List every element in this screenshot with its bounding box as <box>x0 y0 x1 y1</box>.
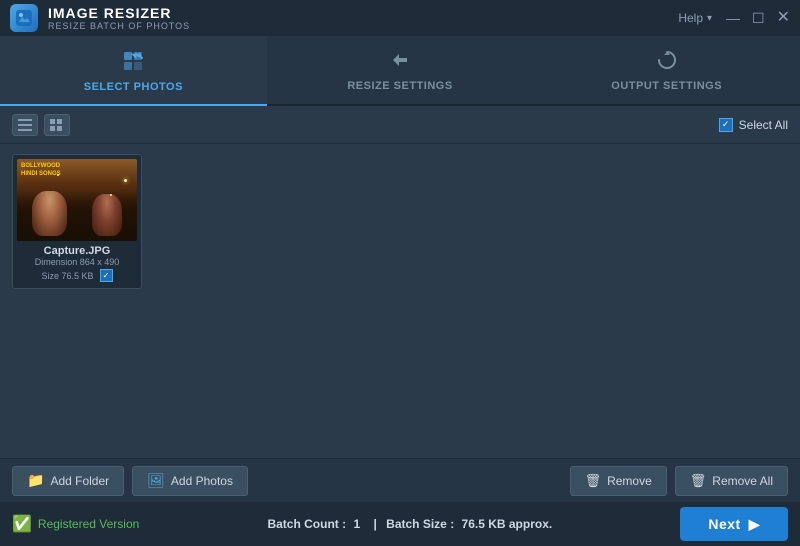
titlebar-title: IMAGE RESIZER RESIZE BATCH OF PHOTOS <box>48 5 190 31</box>
view-toolbar: ✓ Select All <box>0 106 800 144</box>
photo-checkbox[interactable]: ✓ <box>100 269 113 282</box>
tab-resize-settings[interactable]: RESIZE SETTINGS <box>267 36 534 104</box>
batch-size-label: Batch Size : <box>386 517 454 531</box>
list-item[interactable]: BOLLYWOODHINDI SONGS Capture.JPG Dimensi… <box>12 154 142 289</box>
trash-all-icon: 🗑 <box>690 473 707 489</box>
thumbnail-text: BOLLYWOODHINDI SONGS <box>21 163 61 179</box>
view-toggle-buttons <box>12 114 70 136</box>
close-button[interactable]: ✕ <box>777 10 790 26</box>
photo-thumbnail: BOLLYWOODHINDI SONGS <box>17 159 137 241</box>
photo-icon: 🖼 <box>147 472 165 489</box>
resize-settings-icon <box>388 48 412 76</box>
batch-count-value: 1 <box>353 517 360 531</box>
grid-view-button[interactable] <box>44 114 70 136</box>
photo-grid: BOLLYWOODHINDI SONGS Capture.JPG Dimensi… <box>12 154 788 289</box>
add-photos-button[interactable]: 🖼 Add Photos <box>132 466 248 496</box>
trash-icon: 🗑 <box>585 473 602 489</box>
photo-filename: Capture.JPG <box>19 245 135 257</box>
next-button[interactable]: Next ▶ <box>680 507 788 541</box>
tab-select-photos[interactable]: SELECT PHOTOS <box>0 36 267 104</box>
folder-icon: 📁 <box>27 472 44 489</box>
add-buttons: 📁 Add Folder 🖼 Add Photos <box>12 466 248 496</box>
photo-dimension: Dimension 864 x 490 <box>19 257 135 267</box>
statusbar: ✅ Registered Version Batch Count : 1 | B… <box>0 502 800 546</box>
window-controls: — ☐ ✕ <box>726 10 790 26</box>
minimize-button[interactable]: — <box>726 11 740 25</box>
tab-select-photos-label: SELECT PHOTOS <box>84 81 183 93</box>
batch-size-value: 76.5 KB approx. <box>462 517 553 531</box>
output-settings-icon <box>655 48 679 76</box>
add-folder-button[interactable]: 📁 Add Folder <box>12 466 124 496</box>
remove-all-button[interactable]: 🗑 Remove All <box>675 466 788 496</box>
titlebar-left: IMAGE RESIZER RESIZE BATCH OF PHOTOS <box>10 4 190 32</box>
remove-button[interactable]: 🗑 Remove <box>570 466 667 496</box>
photo-content-area: BOLLYWOODHINDI SONGS Capture.JPG Dimensi… <box>0 144 800 458</box>
photo-size-row: Size 76.5 KB ✓ <box>19 269 135 282</box>
tab-output-settings[interactable]: OUTPUT SETTINGS <box>533 36 800 104</box>
select-all-checkbox[interactable]: ✓ <box>719 118 733 132</box>
maximize-button[interactable]: ☐ <box>752 11 765 25</box>
tab-resize-settings-label: RESIZE SETTINGS <box>347 80 452 92</box>
registered-status: ✅ Registered Version <box>12 514 139 534</box>
photo-filesize: Size 76.5 KB <box>41 271 93 281</box>
registered-icon: ✅ <box>12 514 32 534</box>
action-bar: 📁 Add Folder 🖼 Add Photos 🗑 Remove 🗑 Rem… <box>0 458 800 502</box>
help-button[interactable]: Help ▾ <box>678 11 712 25</box>
app-subtitle: RESIZE BATCH OF PHOTOS <box>48 21 190 31</box>
photo-info: Capture.JPG Dimension 864 x 490 Size 76.… <box>17 241 137 284</box>
app-title: IMAGE RESIZER <box>48 5 190 21</box>
titlebar: IMAGE RESIZER RESIZE BATCH OF PHOTOS Hel… <box>0 0 800 36</box>
titlebar-right: Help ▾ — ☐ ✕ <box>678 10 790 26</box>
tab-bar: SELECT PHOTOS RESIZE SETTINGS OUTPUT SET… <box>0 36 800 106</box>
batch-info: Batch Count : 1 | Batch Size : 76.5 KB a… <box>267 517 552 531</box>
select-photos-icon <box>121 49 145 77</box>
app-icon <box>10 4 38 32</box>
next-arrow-icon: ▶ <box>749 516 760 533</box>
list-view-button[interactable] <box>12 114 38 136</box>
registered-label: Registered Version <box>38 517 139 531</box>
batch-count-label: Batch Count : <box>267 517 346 531</box>
tab-output-settings-label: OUTPUT SETTINGS <box>611 80 722 92</box>
remove-buttons: 🗑 Remove 🗑 Remove All <box>570 466 788 496</box>
select-all-area[interactable]: ✓ Select All <box>719 118 788 132</box>
select-all-label: Select All <box>739 118 788 132</box>
separator: | <box>373 517 376 531</box>
